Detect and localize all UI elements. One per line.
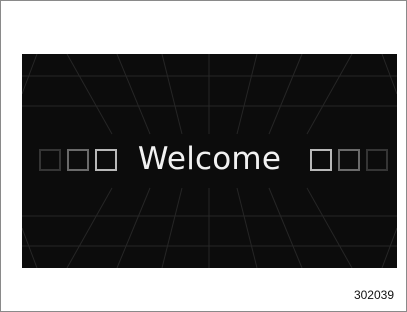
- figure-frame: Welcome 302039: [0, 0, 407, 312]
- right-square-middle: [338, 149, 360, 171]
- display-screen: Welcome: [22, 54, 397, 268]
- figure-id-label: 302039: [353, 288, 394, 302]
- right-square-outer: [366, 149, 388, 171]
- right-square-inner: [310, 149, 332, 171]
